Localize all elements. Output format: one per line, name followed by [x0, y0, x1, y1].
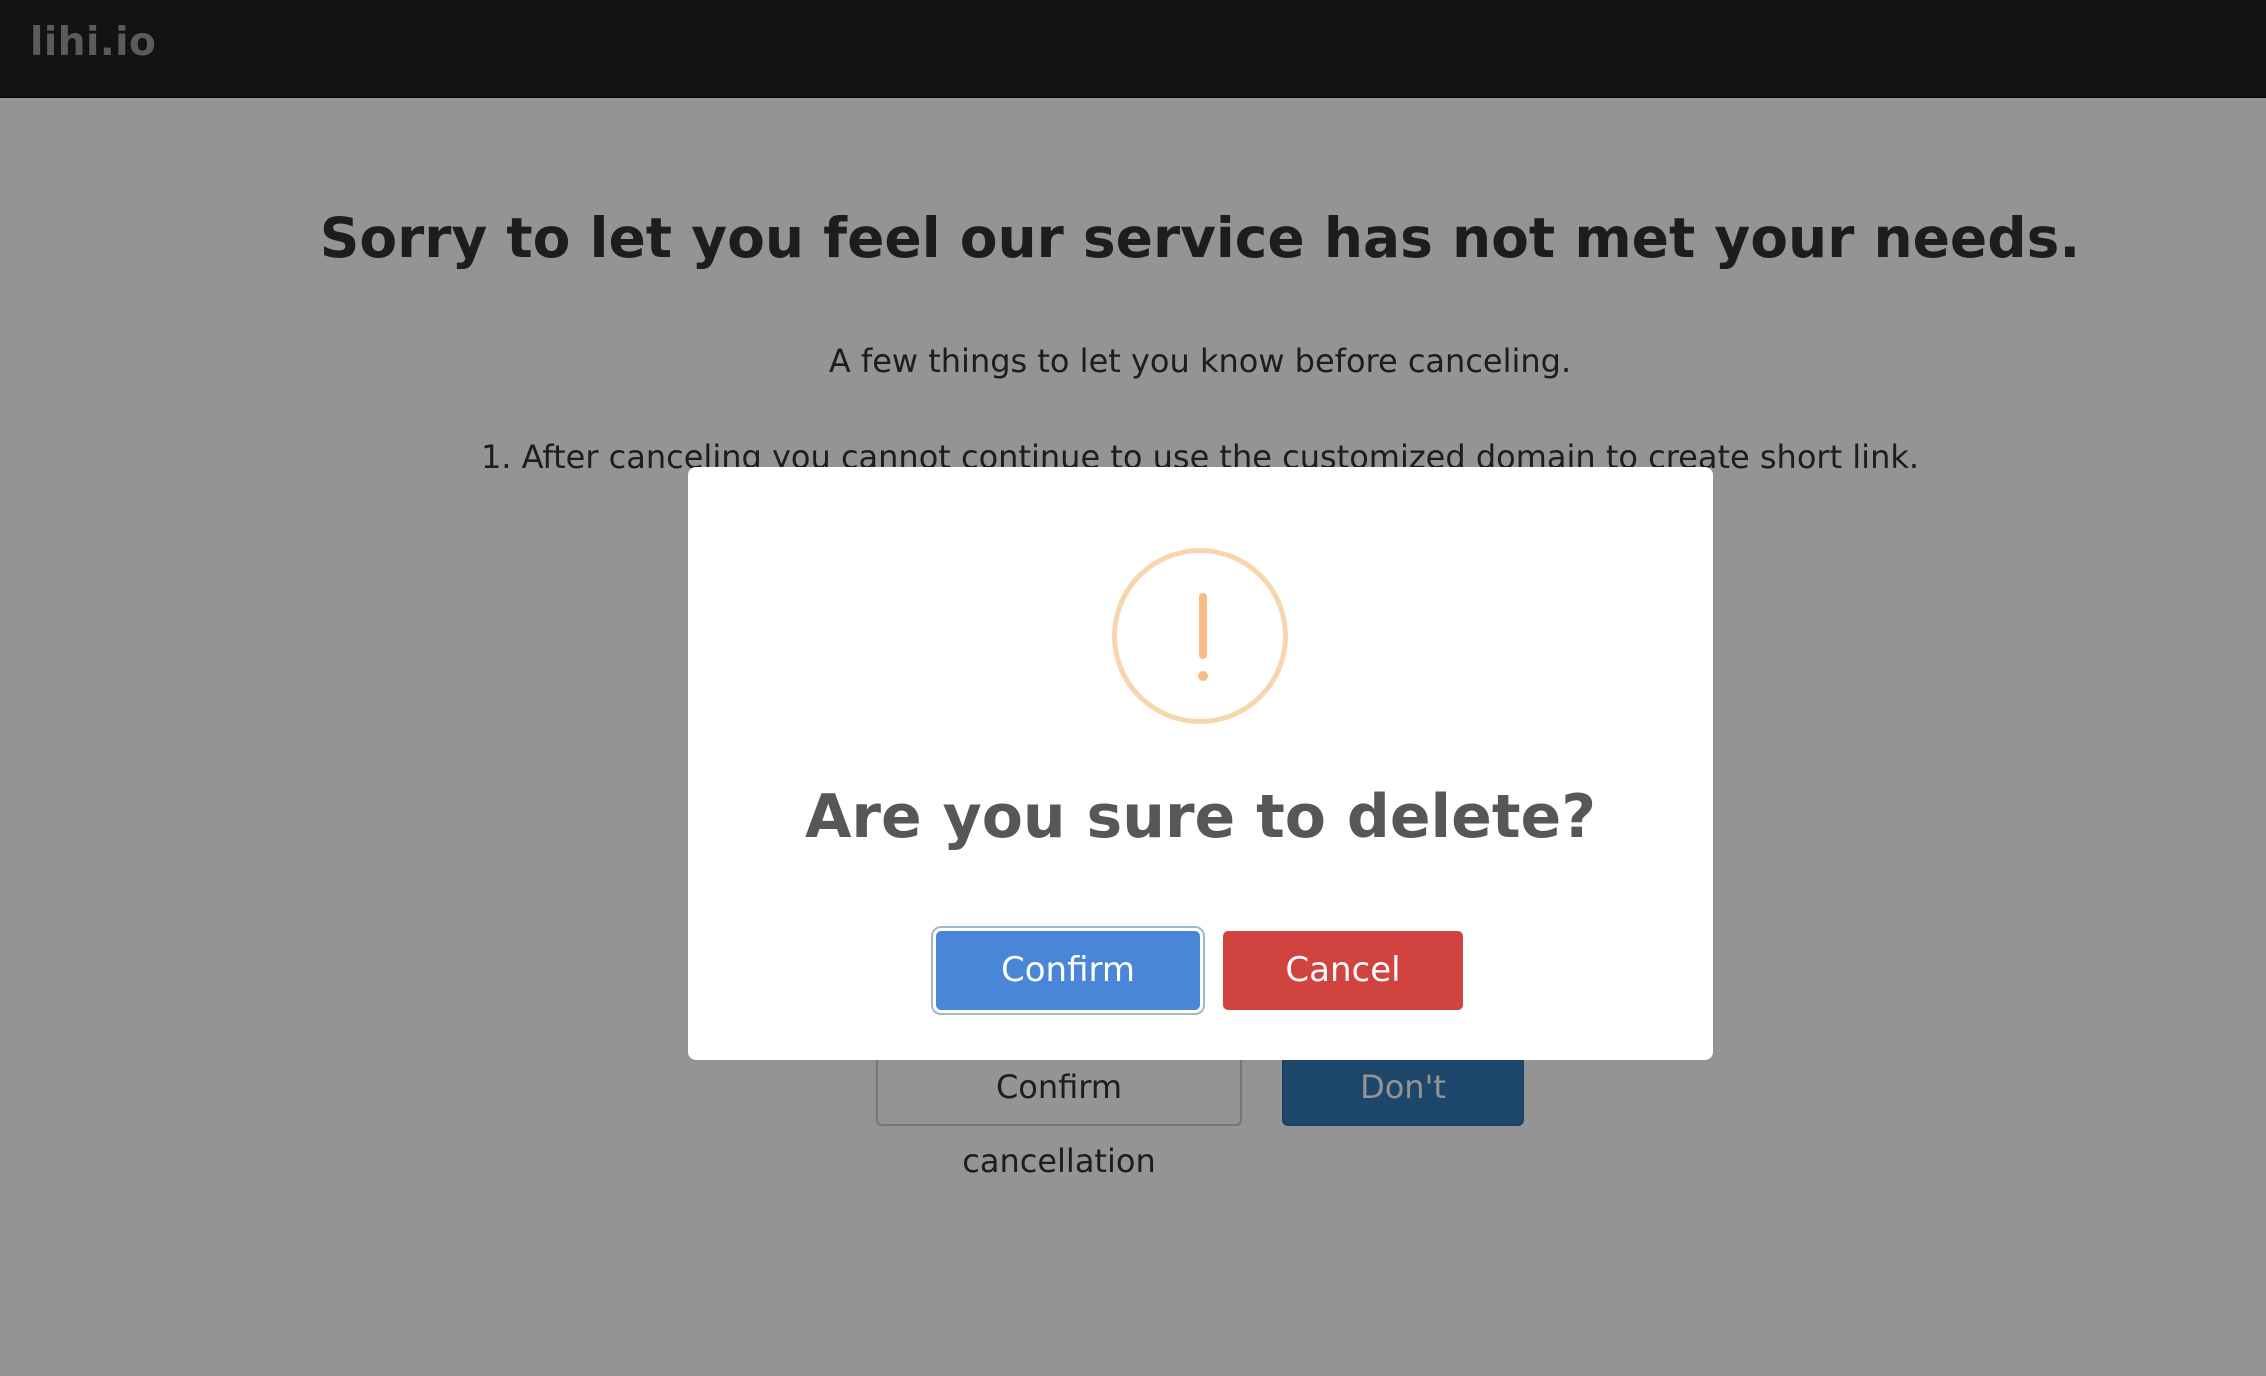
- dialog-cancel-button[interactable]: Cancel: [1223, 931, 1463, 1010]
- confirm-delete-dialog: Are you sure to delete? Confirm Cancel: [688, 467, 1713, 1060]
- dialog-title: Are you sure to delete?: [804, 782, 1596, 852]
- exclamation-icon: [1112, 548, 1288, 724]
- dialog-confirm-button[interactable]: Confirm: [936, 931, 1200, 1010]
- exclamation-bar: [1199, 593, 1207, 659]
- exclamation-dot: [1198, 671, 1208, 681]
